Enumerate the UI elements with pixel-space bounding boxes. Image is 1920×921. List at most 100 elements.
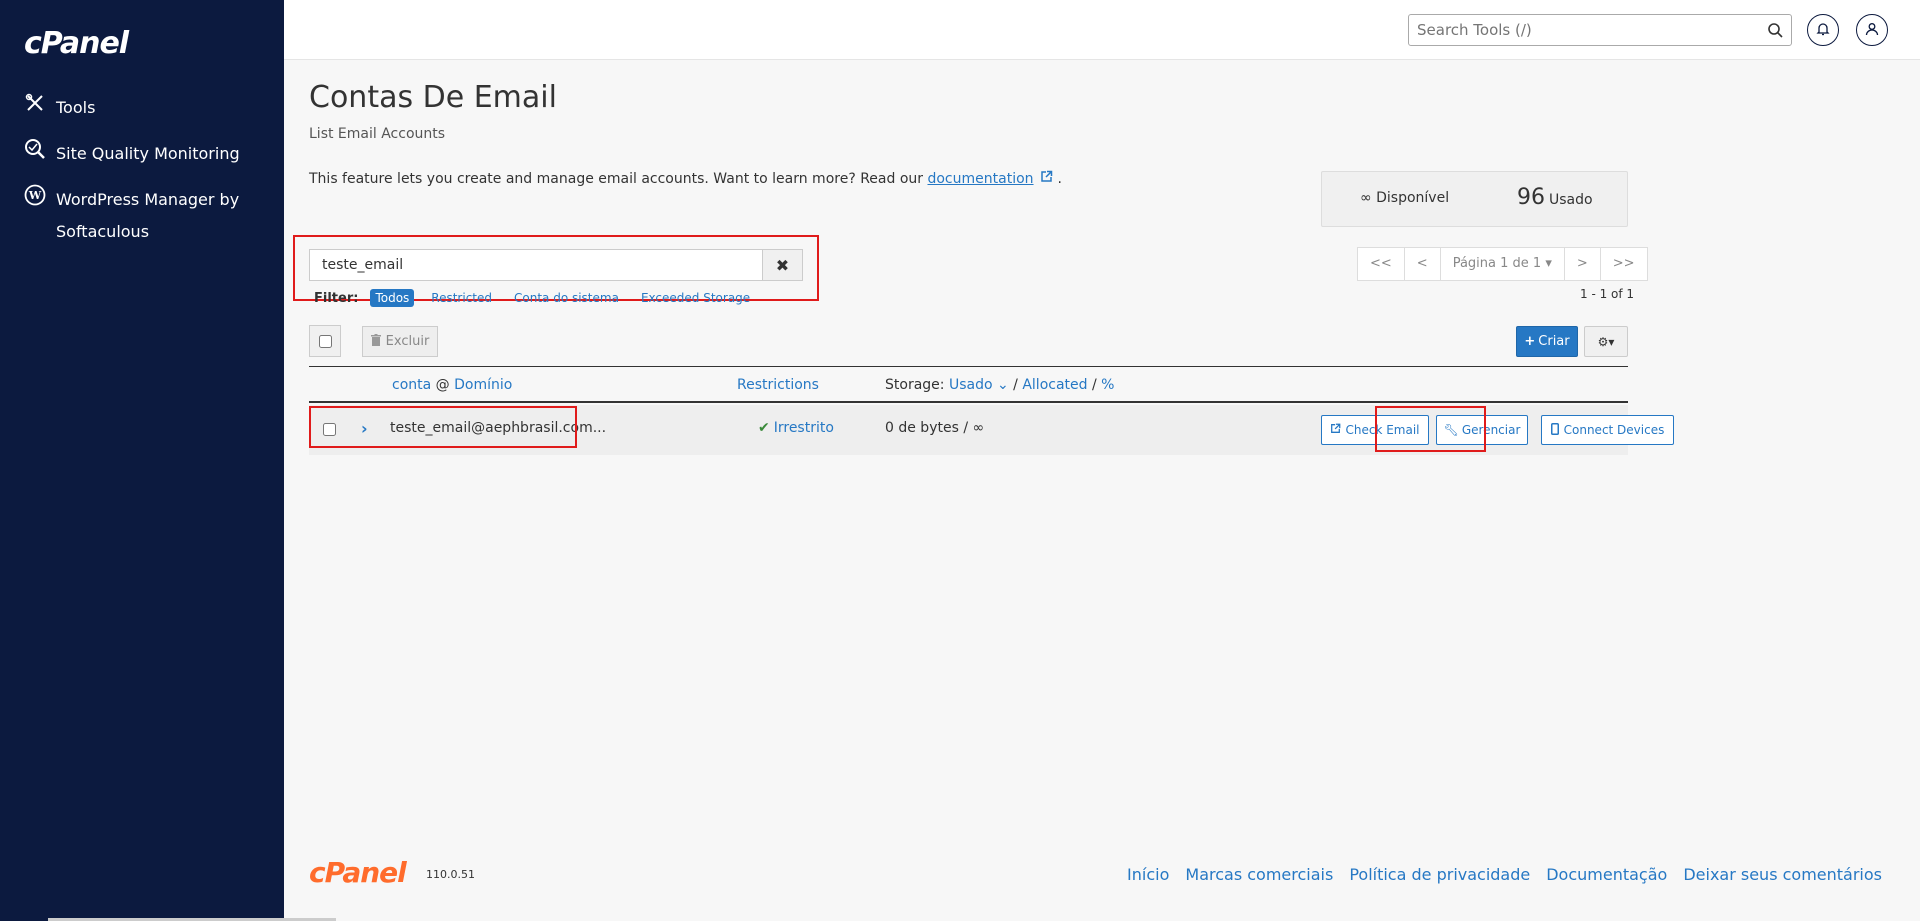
plus-icon: + bbox=[1524, 334, 1536, 349]
sort-account-link[interactable]: conta bbox=[392, 377, 431, 393]
external-link-icon[interactable] bbox=[1036, 170, 1058, 187]
filter-row: Filter: Todos Restricted Conta do sistem… bbox=[314, 289, 767, 307]
available-label: Disponível bbox=[1376, 190, 1450, 206]
site-quality-icon bbox=[24, 138, 46, 160]
sidebar-item-label: Tools bbox=[56, 98, 96, 117]
pagination: << < Página 1 de 1 ▾ > >> bbox=[1357, 247, 1648, 281]
used-count: 96 bbox=[1517, 185, 1545, 210]
page-select[interactable]: Página 1 de 1 ▾ bbox=[1441, 248, 1565, 280]
tools-icon bbox=[24, 92, 46, 114]
stat-available: ∞ Disponível bbox=[1360, 190, 1449, 206]
search-icon[interactable] bbox=[1767, 22, 1783, 42]
sidebar: cPanel Tools Site Quality Monitoring W W… bbox=[0, 0, 284, 921]
row-checkbox[interactable] bbox=[323, 423, 336, 436]
create-button[interactable]: + Criar bbox=[1516, 326, 1578, 357]
wordpress-icon: W bbox=[24, 184, 46, 206]
footer-link-home[interactable]: Início bbox=[1127, 865, 1169, 884]
filter-label: Filter: bbox=[314, 290, 359, 306]
select-all-wrapper bbox=[309, 325, 341, 357]
close-icon: ✖ bbox=[775, 255, 790, 275]
connect-devices-label: Connect Devices bbox=[1563, 423, 1665, 437]
page-next-button[interactable]: > bbox=[1565, 248, 1601, 280]
sort-domain-link[interactable]: Domínio bbox=[454, 377, 512, 393]
caret-down-icon: ▾ bbox=[1545, 256, 1552, 271]
select-all-checkbox[interactable] bbox=[318, 334, 332, 348]
trash-icon bbox=[370, 333, 381, 350]
search-tools-input[interactable] bbox=[1409, 21, 1749, 39]
check-email-button[interactable]: Check Email bbox=[1321, 415, 1429, 445]
footer-links: Início Marcas comerciais Política de pri… bbox=[1111, 865, 1882, 884]
footer-link-documentation[interactable]: Documentação bbox=[1546, 865, 1667, 884]
storage-usage: 0 de bytes / ∞ bbox=[885, 420, 985, 436]
sidebar-item-label: Site Quality Monitoring bbox=[56, 144, 240, 163]
stat-used: 96 Usado bbox=[1517, 185, 1593, 210]
page-first-button[interactable]: << bbox=[1358, 248, 1405, 280]
chevron-down-icon[interactable]: ⌄ bbox=[993, 377, 1009, 393]
storage-label: Storage: bbox=[885, 377, 945, 393]
footer-link-privacy[interactable]: Política de privacidade bbox=[1349, 865, 1530, 884]
sort-used-link[interactable]: Usado bbox=[949, 377, 993, 393]
page-prev-button[interactable]: < bbox=[1405, 248, 1441, 280]
gear-icon: ⚙ bbox=[1597, 334, 1609, 349]
check-email-label: Check Email bbox=[1345, 423, 1420, 437]
filter-exceeded-storage[interactable]: Exceeded Storage bbox=[636, 289, 755, 307]
footer-link-trademarks[interactable]: Marcas comerciais bbox=[1185, 865, 1333, 884]
svg-text:W: W bbox=[28, 189, 42, 202]
bell-icon bbox=[1816, 21, 1830, 40]
manage-button[interactable]: 🔧︎ Gerenciar bbox=[1436, 415, 1528, 445]
cpanel-logo[interactable]: cPanel bbox=[24, 26, 129, 61]
stats-panel: ∞ Disponível 96 Usado bbox=[1321, 171, 1628, 227]
sidebar-item-tools[interactable]: Tools bbox=[24, 92, 95, 124]
user-menu-button[interactable] bbox=[1856, 14, 1888, 46]
delete-label: Excluir bbox=[385, 334, 430, 349]
page-subtitle: List Email Accounts bbox=[309, 126, 446, 142]
table-row: › teste_email@aephbrasil.com... ✔ Irrestr… bbox=[309, 405, 1674, 455]
sidebar-item-wordpress[interactable]: W WordPress Manager by Softaculous bbox=[24, 184, 254, 248]
description-text: This feature lets you create and manage … bbox=[309, 171, 924, 187]
column-account: conta @ Domínio bbox=[392, 377, 512, 393]
sort-restrictions-link[interactable]: Restrictions bbox=[737, 377, 819, 393]
create-label: Criar bbox=[1538, 334, 1570, 349]
email-search-group: ✖ bbox=[309, 249, 803, 281]
checkmark-icon: ✔ bbox=[758, 420, 770, 436]
separator: / bbox=[1091, 377, 1097, 393]
page-last-button[interactable]: >> bbox=[1601, 248, 1647, 280]
version-number: 110.0.51 bbox=[426, 868, 475, 881]
notifications-button[interactable] bbox=[1807, 14, 1839, 46]
mobile-icon bbox=[1550, 422, 1559, 438]
infinity-symbol: ∞ bbox=[1360, 190, 1372, 206]
restriction-label: Irrestrito bbox=[773, 420, 834, 436]
footer-cpanel-logo[interactable]: cPanel bbox=[309, 856, 407, 889]
sidebar-item-site-quality[interactable]: Site Quality Monitoring bbox=[24, 138, 240, 170]
email-search-input[interactable] bbox=[310, 250, 762, 280]
footer-link-feedback[interactable]: Deixar seus comentários bbox=[1683, 865, 1882, 884]
documentation-link[interactable]: documentation bbox=[927, 171, 1033, 187]
caret-down-icon: ▾ bbox=[1608, 334, 1615, 349]
delete-button[interactable]: Excluir bbox=[362, 326, 438, 357]
settings-dropdown-button[interactable]: ⚙ ▾ bbox=[1584, 326, 1628, 357]
connect-devices-button[interactable]: Connect Devices bbox=[1541, 415, 1674, 445]
main-content: Contas De Email List Email Accounts This… bbox=[284, 60, 1920, 921]
user-icon bbox=[1865, 21, 1879, 40]
restriction-status: ✔ Irrestrito bbox=[758, 420, 834, 436]
filter-system-account[interactable]: Conta do sistema bbox=[509, 289, 624, 307]
chevron-right-icon[interactable]: › bbox=[361, 419, 368, 438]
used-label: Usado bbox=[1549, 192, 1593, 208]
search-tools-box[interactable] bbox=[1408, 14, 1792, 46]
wrench-icon: 🔧︎ bbox=[1443, 423, 1459, 437]
column-storage: Storage: Usado ⌄ / Allocated / % bbox=[885, 377, 1114, 393]
pagination-info: 1 - 1 of 1 bbox=[1580, 287, 1635, 301]
at-symbol: @ bbox=[435, 377, 450, 393]
sidebar-item-label: WordPress Manager by Softaculous bbox=[56, 190, 240, 241]
filter-restricted[interactable]: Restricted bbox=[426, 289, 497, 307]
page-title: Contas De Email bbox=[309, 80, 557, 115]
external-link-icon bbox=[1330, 423, 1341, 437]
clear-search-button[interactable]: ✖ bbox=[762, 250, 802, 280]
table-header: conta @ Domínio Restrictions Storage: Us… bbox=[309, 366, 1628, 403]
description-end: . bbox=[1057, 171, 1062, 187]
sort-allocated-link[interactable]: Allocated bbox=[1022, 377, 1087, 393]
sort-percent-link[interactable]: % bbox=[1101, 377, 1114, 393]
separator: / bbox=[1013, 377, 1018, 393]
email-address: teste_email@aephbrasil.com... bbox=[390, 420, 607, 436]
filter-todos[interactable]: Todos bbox=[370, 289, 415, 307]
